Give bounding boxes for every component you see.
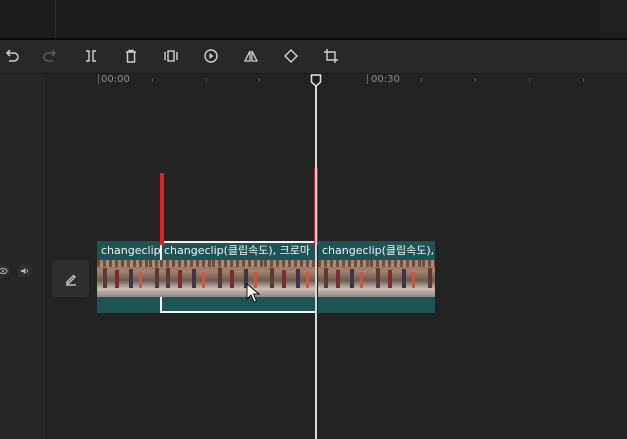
track-header-panel <box>0 74 47 439</box>
clip-thumbnail <box>264 260 316 297</box>
clip-thumbnail <box>422 260 435 297</box>
video-clip[interactable]: changeclip(클립속도), 크로마 <box>97 241 160 313</box>
clip-label: changeclip(클립속도), <box>322 244 435 257</box>
ruler-minor-tick <box>259 78 260 82</box>
speaker-icon <box>21 268 29 274</box>
video-clip[interactable]: changeclip(클립속도), <box>318 241 435 313</box>
reverse-play-icon <box>204 49 218 63</box>
delete-button[interactable] <box>121 46 141 66</box>
freeze-frame-button[interactable] <box>161 46 181 66</box>
ruler-minor-tick <box>529 78 530 82</box>
freeze-frame-icon <box>164 50 178 62</box>
edit-toolbar <box>0 40 627 74</box>
top-right-pane <box>600 0 627 38</box>
ruler-label-30s: 00:30 <box>371 74 400 85</box>
eye-icon <box>0 268 8 274</box>
clip-thumbnails <box>160 260 317 297</box>
ruler-minor-tick <box>421 78 422 82</box>
undo-icon <box>5 49 19 62</box>
pencil-icon <box>65 274 76 286</box>
mirror-icon <box>243 50 259 62</box>
undo-button[interactable] <box>2 46 22 66</box>
ruler-minor-tick <box>152 78 153 82</box>
clip-thumbnail <box>370 260 422 297</box>
redo-icon <box>43 49 57 62</box>
ruler-label-start: 00:00 <box>101 74 130 85</box>
ruler-major-tick <box>367 74 368 84</box>
ruler-minor-tick <box>583 78 584 82</box>
clip-thumbnail <box>318 260 370 297</box>
clip-thumbnails <box>97 260 160 297</box>
split-button[interactable] <box>81 46 101 66</box>
ruler-minor-tick <box>206 78 207 82</box>
clip-label: changeclip(클립속도), 크로마 <box>101 244 160 257</box>
cut-marker <box>160 173 164 245</box>
reverse-button[interactable] <box>201 46 221 66</box>
crop-button[interactable] <box>321 46 341 66</box>
rotate-button[interactable] <box>281 46 301 66</box>
clip-thumbnail <box>149 260 160 297</box>
ruler-minor-tick <box>475 78 476 82</box>
clip-thumbnail <box>160 260 212 297</box>
mouse-cursor <box>246 283 260 303</box>
redo-button[interactable] <box>40 46 60 66</box>
crop-icon <box>324 49 338 63</box>
video-clip-selected[interactable]: changeclip(클립속도), 크로마 <box>160 241 317 313</box>
edit-track-button[interactable] <box>52 260 89 297</box>
mirror-button[interactable] <box>241 46 261 66</box>
clip-label: changeclip(클립속도), 크로마 <box>164 244 311 257</box>
ruler-major-tick <box>98 74 99 84</box>
track-audio-button[interactable] <box>18 264 32 278</box>
playhead-line[interactable] <box>315 82 317 439</box>
time-ruler[interactable]: 00:00 00:30 <box>96 74 627 88</box>
delete-icon <box>126 49 136 63</box>
clip-thumbnails <box>318 260 435 297</box>
rotate-icon <box>284 49 298 63</box>
top-bar <box>0 0 627 38</box>
playhead-handle[interactable] <box>310 74 322 87</box>
clip-thumbnail <box>97 260 149 297</box>
top-bar-divider <box>55 0 56 38</box>
split-icon <box>86 50 96 62</box>
